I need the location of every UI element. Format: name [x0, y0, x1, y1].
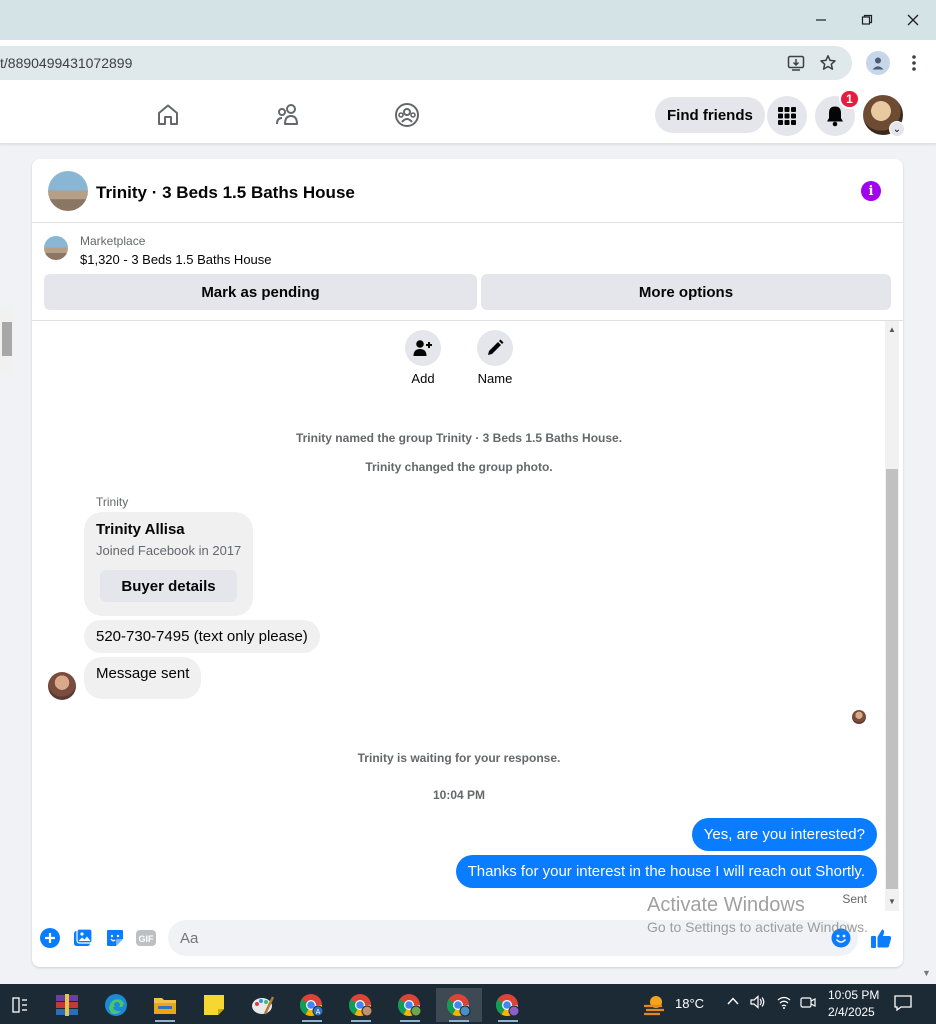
activate-windows-title: Activate Windows: [647, 894, 805, 916]
notification-badge: 1: [839, 89, 860, 109]
close-icon[interactable]: [899, 8, 927, 32]
listing-title[interactable]: $1,320 - 3 Beds 1.5 Baths House: [80, 252, 272, 267]
add-label: Add: [411, 371, 435, 386]
marketplace-label: Marketplace: [80, 234, 146, 248]
clock-date[interactable]: 2/4/2025: [828, 1005, 875, 1019]
system-message-named: Trinity named the group Trinity · 3 Beds…: [295, 431, 623, 445]
page-scroll-down-arrow[interactable]: ▼: [922, 968, 931, 978]
friends-icon[interactable]: [273, 100, 303, 130]
chrome-2-active-indicator: [351, 1020, 371, 1022]
name-label: Name: [477, 371, 513, 386]
activate-windows-subtitle: Go to Settings to activate Windows.: [647, 919, 868, 935]
minimize-icon[interactable]: [807, 8, 835, 32]
file-explorer-icon[interactable]: [145, 988, 185, 1022]
paint-app-icon[interactable]: [243, 988, 283, 1022]
notification-center-icon[interactable]: [894, 995, 912, 1014]
temperature[interactable]: 18°C: [675, 996, 704, 1011]
chat-panel: Trinity · 3 Beds 1.5 Baths House i Marke…: [32, 159, 903, 967]
attach-photo-icon[interactable]: [72, 927, 94, 949]
wifi-icon[interactable]: [776, 995, 792, 1012]
chrome-profile-2-icon[interactable]: [341, 988, 381, 1022]
thread-scrollbar-thumb[interactable]: [886, 469, 898, 889]
info-icon[interactable]: i: [861, 181, 881, 201]
chat-title[interactable]: Trinity · 3 Beds 1.5 Baths House: [96, 183, 355, 203]
incoming-message-sent[interactable]: Message sent: [84, 657, 202, 699]
mark-as-pending-button[interactable]: Mark as pending: [44, 274, 477, 310]
home-icon[interactable]: [153, 100, 183, 130]
clock-time[interactable]: 10:05 PM: [828, 988, 879, 1002]
left-scrollbar-thumb[interactable]: [2, 322, 12, 356]
weather-icon[interactable]: [636, 988, 672, 1022]
menu-grid-icon[interactable]: [767, 96, 807, 136]
like-thumb-icon[interactable]: [870, 927, 892, 949]
add-person-button[interactable]: [405, 330, 441, 366]
task-view-icon[interactable]: [0, 988, 40, 1022]
chrome-profile-3-icon[interactable]: [390, 988, 430, 1022]
address-bar-row: t/8890499431072899: [0, 40, 936, 86]
group-photo[interactable]: [48, 171, 88, 211]
chrome-a-active-indicator: [302, 1020, 322, 1022]
chrome-profile-a-icon[interactable]: A: [292, 988, 332, 1022]
marketplace-listing-bar: Marketplace $1,320 - 3 Beds 1.5 Baths Ho…: [32, 223, 903, 321]
buyer-joined: Joined Facebook in 2017: [96, 543, 242, 558]
outgoing-message-2[interactable]: Thanks for your interest in the house I …: [455, 855, 877, 888]
browser-title-bar: [0, 0, 936, 40]
groups-icon[interactable]: [392, 100, 422, 130]
chrome-3-active-indicator: [400, 1020, 420, 1022]
chevron-down-icon[interactable]: ⌄: [889, 121, 905, 137]
browser-menu-icon[interactable]: [903, 52, 925, 74]
timestamp: 10:04 PM: [432, 788, 486, 802]
sticker-icon[interactable]: [104, 927, 126, 949]
meet-now-icon[interactable]: [800, 995, 816, 1012]
buyer-profile-card: Trinity Allisa Joined Facebook in 2017 B…: [84, 512, 253, 616]
chrome-profile-5-icon[interactable]: [488, 988, 528, 1022]
chat-header: Trinity · 3 Beds 1.5 Baths House i: [32, 159, 903, 223]
system-message-photo: Trinity changed the group photo.: [365, 460, 553, 474]
edge-browser-icon[interactable]: [96, 988, 136, 1022]
waiting-notice: Trinity is waiting for your response.: [357, 751, 561, 765]
incoming-message-phone[interactable]: 520-730-7495 (text only please): [84, 620, 320, 653]
install-app-icon[interactable]: [785, 52, 807, 74]
sender-name: Trinity: [96, 495, 129, 509]
thread-scrollbar[interactable]: ▲ ▼: [885, 321, 899, 911]
more-actions-plus-icon[interactable]: [39, 927, 61, 949]
scroll-down-arrow[interactable]: ▼: [888, 897, 896, 906]
file-explorer-active-indicator: [155, 1020, 175, 1022]
find-friends-button[interactable]: Find friends: [655, 97, 765, 133]
buyer-name[interactable]: Trinity Allisa: [96, 521, 185, 538]
message-thread: Add Name Trinity named the group Trinity…: [32, 321, 903, 911]
left-scrollbar[interactable]: [0, 306, 14, 374]
show-hidden-icons-chevron-icon[interactable]: [727, 995, 739, 1010]
windows-taskbar: A 18°C 10:05 PM 2/4/2025: [0, 984, 936, 1024]
edit-name-button[interactable]: [477, 330, 513, 366]
scroll-up-arrow[interactable]: ▲: [888, 325, 896, 334]
chrome-4-active-indicator: [449, 1020, 469, 1022]
gif-icon[interactable]: GIF: [135, 927, 157, 949]
facebook-header: Find friends: [0, 86, 936, 144]
sticky-notes-icon[interactable]: [194, 988, 234, 1022]
sender-avatar[interactable]: [48, 672, 76, 700]
chrome-5-active-indicator: [498, 1020, 518, 1022]
sent-status: Sent: [842, 892, 867, 906]
profile-icon[interactable]: [866, 51, 890, 75]
bookmark-star-icon[interactable]: [817, 52, 839, 74]
chrome-profile-4-icon[interactable]: [436, 988, 482, 1022]
svg-text:GIF: GIF: [139, 934, 155, 944]
volume-icon[interactable]: [750, 995, 766, 1012]
outgoing-message-1[interactable]: Yes, are you interested?: [691, 818, 877, 851]
buyer-details-button[interactable]: Buyer details: [100, 570, 237, 602]
restore-icon[interactable]: [853, 8, 881, 32]
url-text[interactable]: t/8890499431072899: [0, 55, 132, 71]
read-receipt-avatar: [852, 710, 866, 724]
svg-text:A: A: [316, 1009, 321, 1016]
winrar-app-icon[interactable]: [47, 988, 87, 1022]
more-options-button[interactable]: More options: [481, 274, 891, 310]
listing-thumbnail[interactable]: [44, 236, 68, 260]
